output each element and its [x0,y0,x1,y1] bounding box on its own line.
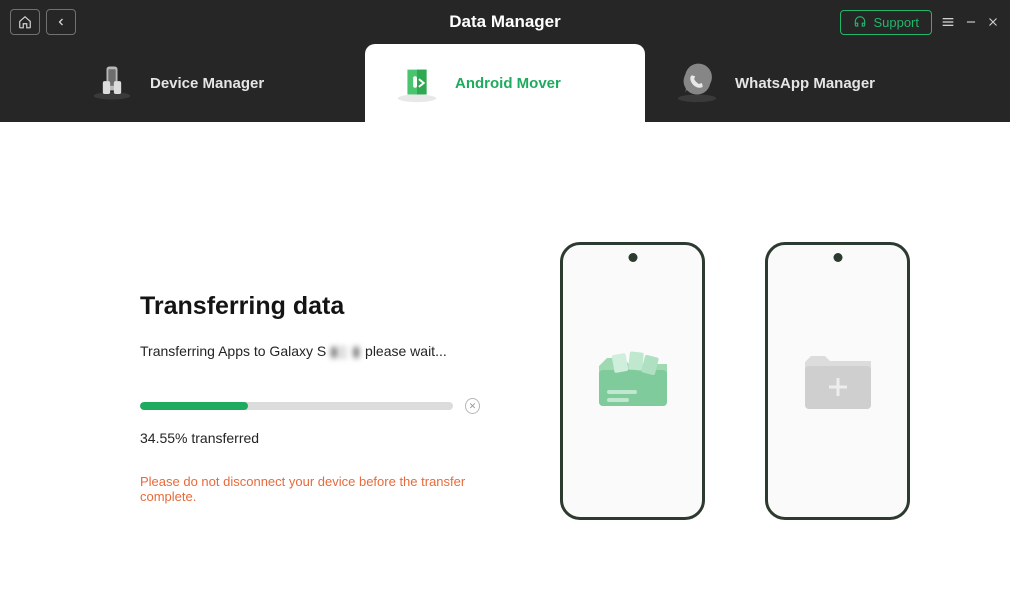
whatsapp-manager-icon [673,59,721,107]
tab-android-mover[interactable]: Android Mover [365,44,645,122]
status-device-masked: ▮▯ ▮ [330,343,361,359]
transfer-status: Transferring Apps to Galaxy S ▮▯ ▮ pleas… [140,343,480,360]
titlebar: Data Manager Support [0,0,1010,44]
source-folder-icon [593,346,673,416]
content-area: Transferring data Transferring Apps to G… [0,122,1010,560]
home-button[interactable] [10,9,40,35]
menu-button[interactable] [940,14,956,30]
menu-icon [940,14,956,30]
close-icon [986,15,1000,29]
back-button[interactable] [46,9,76,35]
tab-label: Device Manager [150,75,264,92]
support-button[interactable]: Support [840,10,932,35]
minimize-button[interactable] [964,15,978,29]
home-icon [18,15,32,29]
tabs: Device Manager Android Mover WhatsApp Ma… [0,44,1010,122]
app-title: Data Manager [449,12,560,32]
minimize-icon [964,15,978,29]
cancel-transfer-button[interactable]: ✕ [465,398,480,414]
status-suffix: please wait... [361,343,447,359]
x-icon: ✕ [469,401,477,412]
transfer-warning: Please do not disconnect your device bef… [140,474,480,504]
tab-whatsapp-manager[interactable]: WhatsApp Manager [645,44,925,122]
tab-device-manager[interactable]: Device Manager [60,44,365,122]
source-phone [560,242,705,520]
target-phone [765,242,910,520]
device-manager-icon [88,59,136,107]
transfer-illustration [500,212,970,520]
support-label: Support [873,15,919,30]
transfer-heading: Transferring data [140,292,480,321]
close-button[interactable] [986,15,1000,29]
tab-label: Android Mover [455,75,561,92]
status-prefix: Transferring Apps to Galaxy S [140,343,330,359]
progress-fill [140,402,248,410]
chevron-left-icon [55,16,67,28]
progress-bar [140,402,453,410]
tab-label: WhatsApp Manager [735,75,875,92]
transfer-panel: Transferring data Transferring Apps to G… [40,212,480,520]
target-folder-icon [801,350,875,412]
progress-percent-text: 34.55% transferred [140,430,480,446]
headset-icon [853,15,867,29]
android-mover-icon [393,59,441,107]
